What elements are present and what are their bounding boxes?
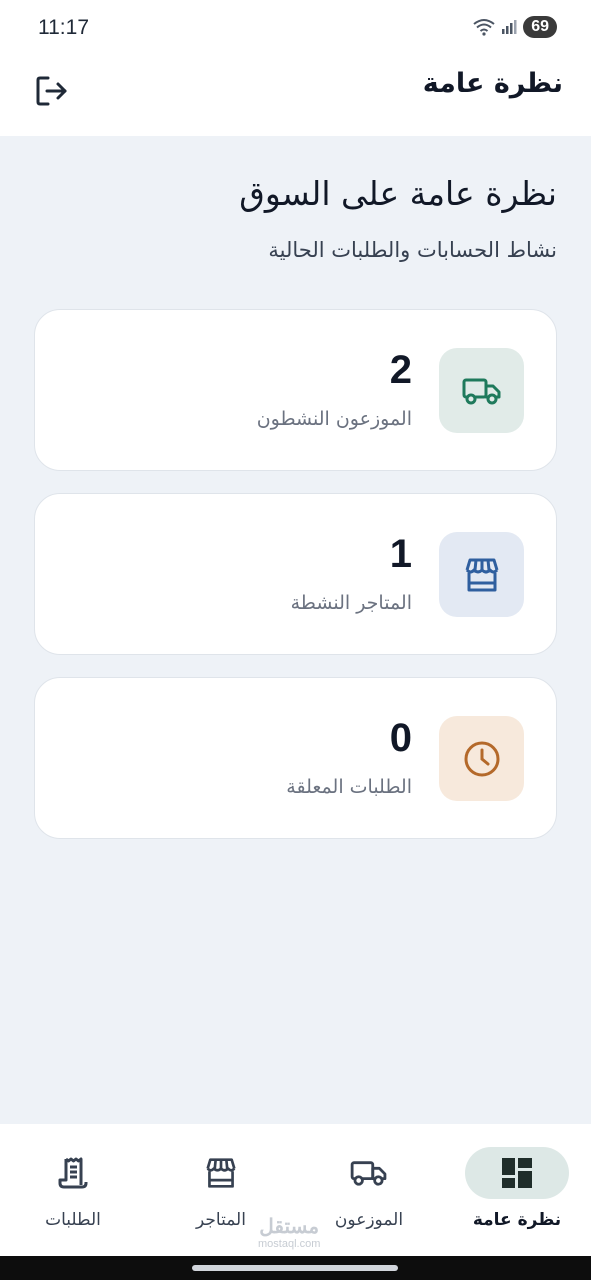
card-icon-wrapper: [439, 532, 524, 617]
nav-label: نظرة عامة: [472, 1210, 562, 1230]
truck-icon: [350, 1161, 387, 1186]
stat-label: الموزعون النشطون: [256, 408, 412, 430]
card-icon-wrapper: [439, 348, 524, 433]
nav-pill: [21, 1147, 125, 1199]
nav-pill: [465, 1147, 569, 1199]
logout-button[interactable]: [30, 70, 72, 112]
gesture-bar: [0, 1256, 591, 1280]
nav-label: الطلبات: [45, 1210, 101, 1230]
status-time: 11:17: [38, 16, 89, 39]
overview-heading: نظرة عامة على السوق: [239, 174, 557, 213]
stat-label: المتاجر النشطة: [290, 592, 412, 614]
signal-icon: [502, 20, 517, 34]
truck-icon: [462, 378, 500, 404]
stat-card-active-distributors[interactable]: 2 الموزعون النشطون: [34, 309, 557, 471]
logout-icon: [36, 76, 67, 106]
clock-icon: [464, 741, 499, 776]
wifi-icon: [473, 19, 495, 36]
home-gesture-handle[interactable]: [192, 1265, 398, 1271]
overview-content: نظرة عامة على السوق نشاط الحسابات والطلب…: [0, 136, 591, 1124]
watermark: مستقل mostaql.com: [258, 1216, 320, 1250]
battery-level: 69: [531, 18, 549, 35]
app-bar: نظرة عامة: [0, 56, 591, 136]
stat-card-pending-orders[interactable]: 0 الطلبات المعلقة: [34, 677, 557, 839]
receipt-icon: [58, 1157, 88, 1189]
nav-pill: [317, 1147, 421, 1199]
stat-label: الطلبات المعلقة: [286, 776, 412, 798]
stat-value: 0: [389, 716, 412, 760]
card-icon-wrapper: [439, 716, 524, 801]
nav-item-orders[interactable]: الطلبات: [0, 1144, 146, 1244]
dashboard-icon: [502, 1158, 532, 1188]
status-bar: 11:17 69: [0, 0, 591, 56]
page-title: نظرة عامة: [422, 68, 563, 99]
nav-pill: [169, 1147, 273, 1199]
overview-subheading: نشاط الحسابات والطلبات الحالية: [268, 238, 557, 262]
store-icon: [206, 1158, 236, 1188]
store-icon: [465, 558, 498, 591]
stat-card-active-stores[interactable]: 1 المتاجر النشطة: [34, 493, 557, 655]
watermark-text: مستقل: [259, 1216, 320, 1238]
battery-indicator: 69: [523, 16, 557, 38]
status-icons: 69: [473, 16, 557, 38]
stat-value: 2: [389, 348, 412, 392]
stat-value: 1: [389, 532, 412, 576]
watermark-url: mostaql.com: [258, 1238, 321, 1250]
nav-item-overview[interactable]: نظرة عامة: [444, 1144, 590, 1244]
